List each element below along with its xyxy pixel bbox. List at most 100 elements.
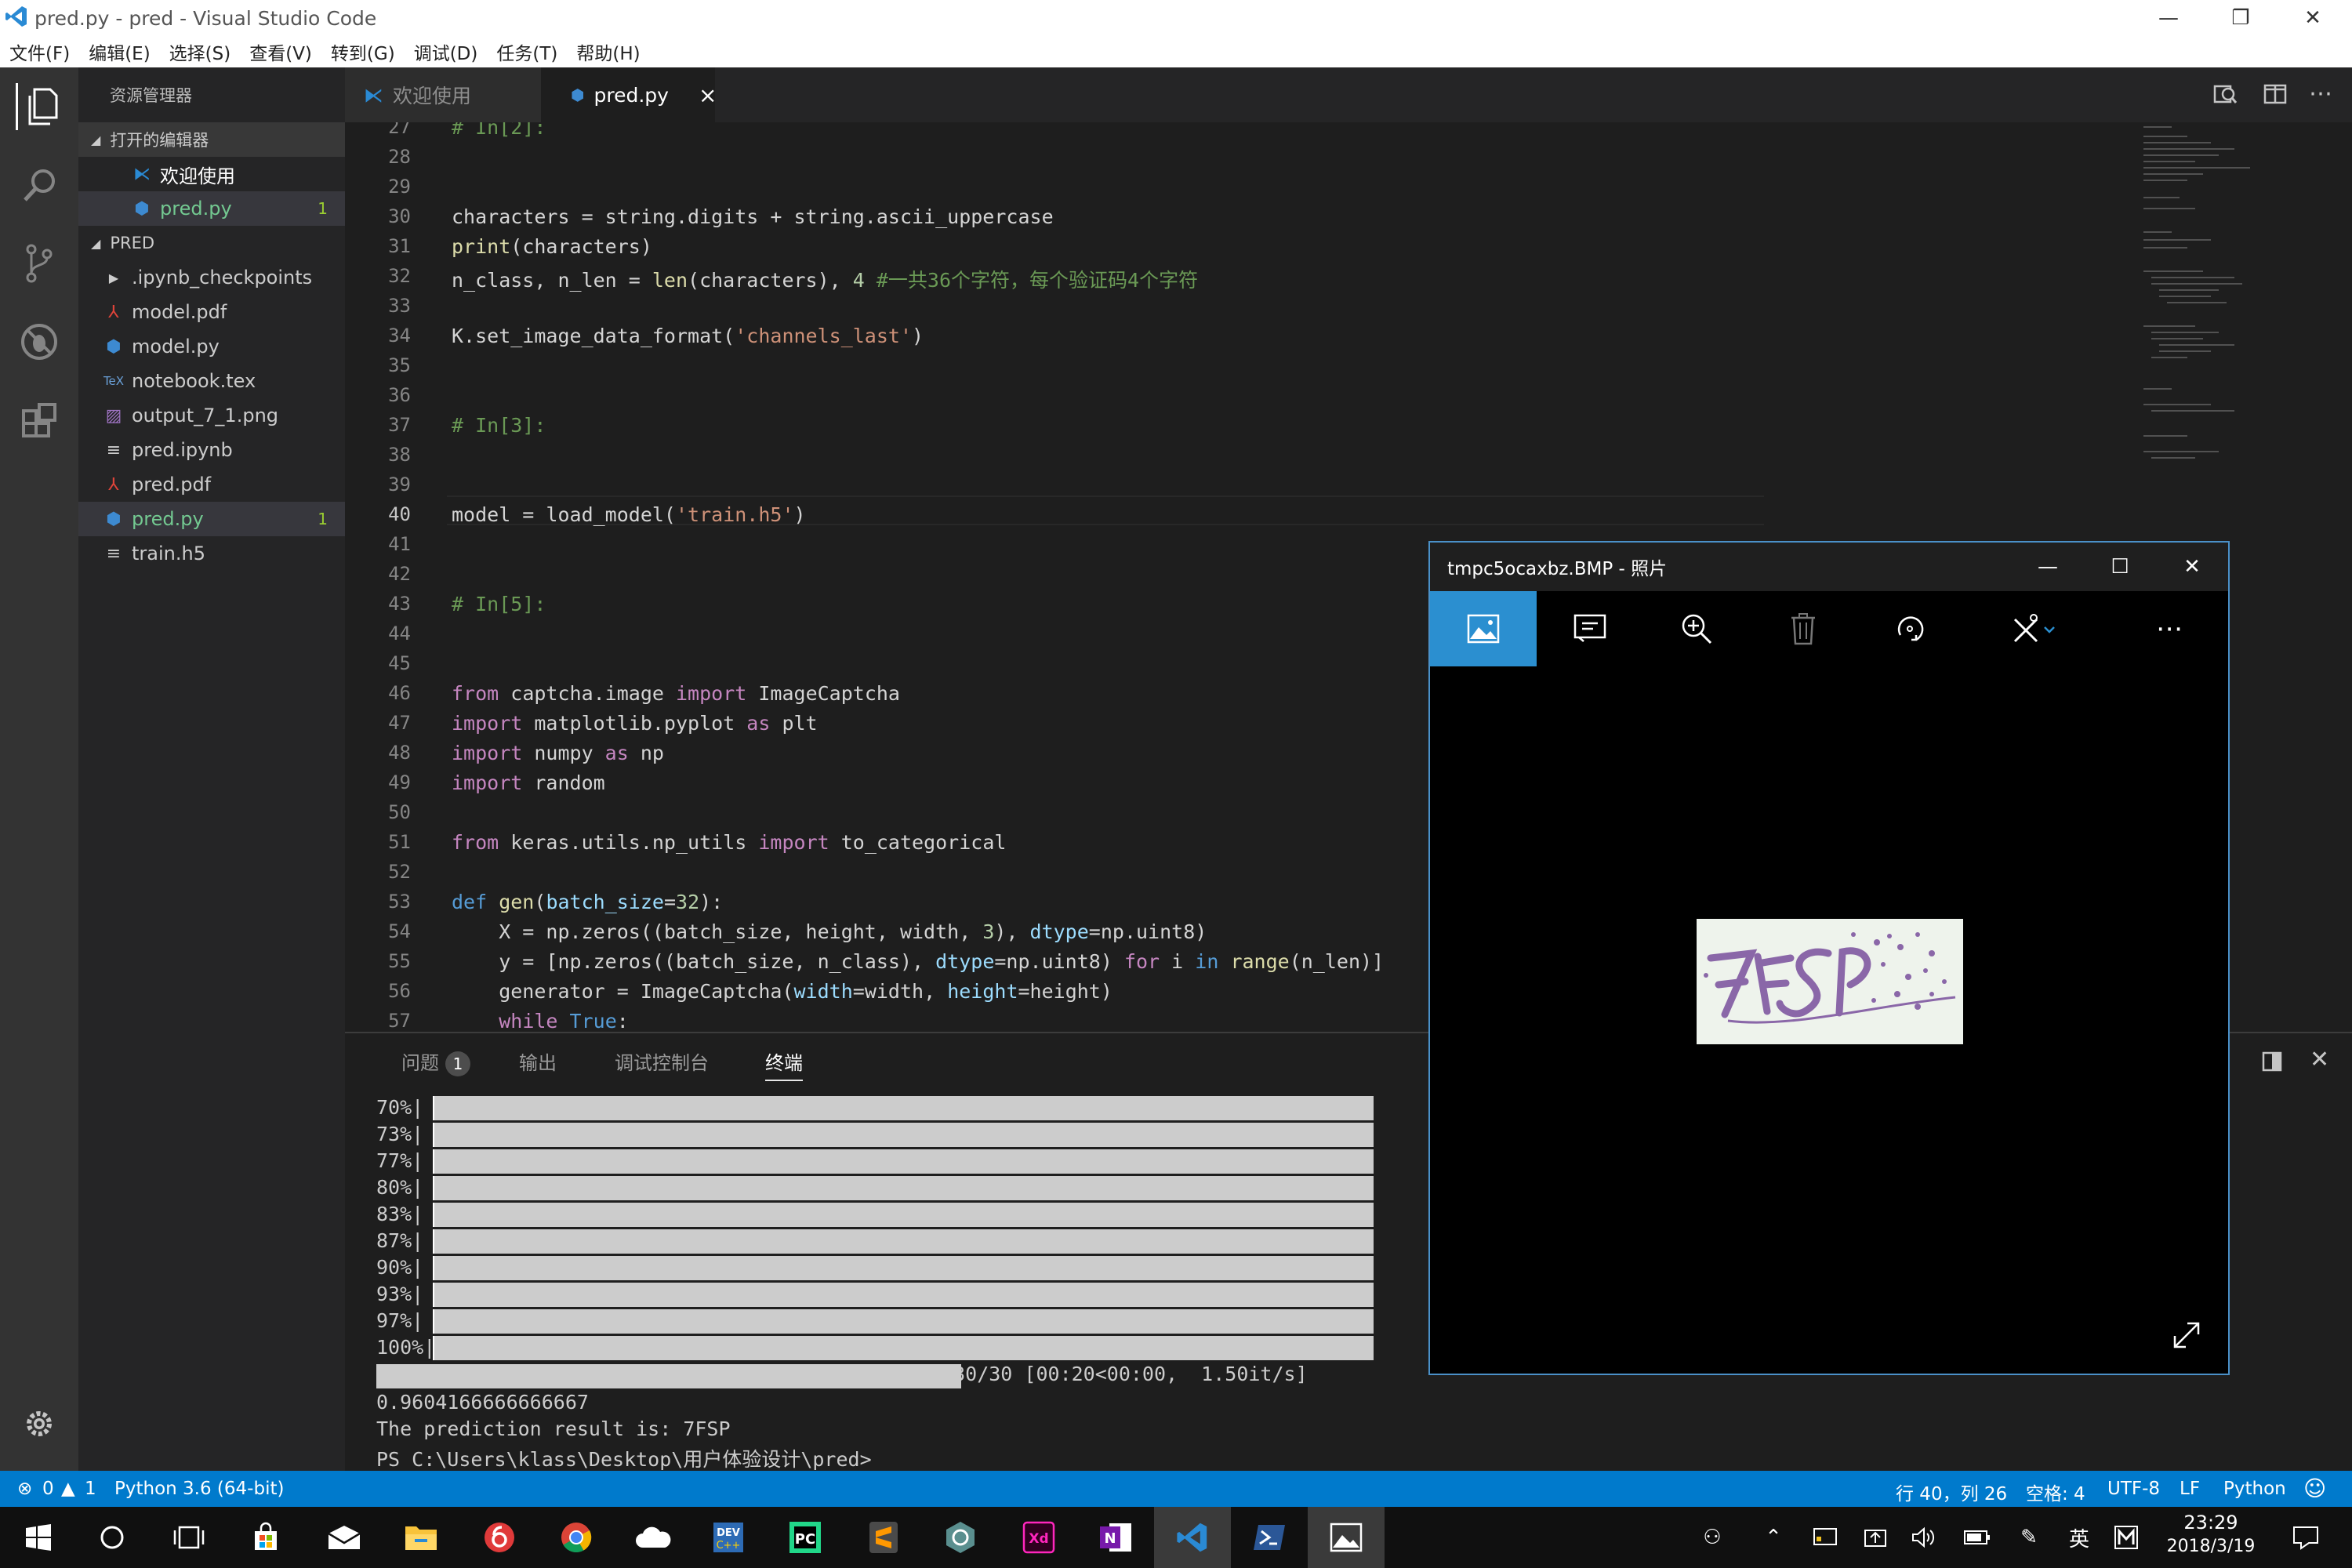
photos-close-button[interactable]: ✕ <box>2156 543 2228 591</box>
onenote-icon[interactable]: N <box>1077 1507 1154 1568</box>
input-method-indicator[interactable]: 英 <box>2062 1507 2096 1568</box>
debug-icon[interactable] <box>16 318 63 365</box>
code-line: # In[2]: <box>452 122 546 139</box>
explorer-icon[interactable] <box>16 83 63 130</box>
line-number: 44 <box>388 622 411 644</box>
close-window-button[interactable]: ✕ <box>2277 0 2349 36</box>
file-item-active[interactable]: ⬢ pred.py 1 <box>78 502 345 536</box>
menu-selection[interactable]: 选择(S) <box>160 38 241 65</box>
maximize-panel-icon[interactable] <box>2261 1051 2283 1076</box>
battery-icon[interactable] <box>1960 1507 1994 1568</box>
menu-tasks[interactable]: 任务(T) <box>487 38 567 65</box>
terminal-prompt[interactable]: PS C:\Users\klass\Desktop\用户体验设计\pred> <box>376 1444 872 1472</box>
end-of-line[interactable]: LF <box>2180 1479 2200 1499</box>
task-view-icon[interactable] <box>151 1507 227 1568</box>
error-icon[interactable]: ⊗ <box>17 1479 32 1499</box>
menu-help[interactable]: 帮助(H) <box>567 38 649 65</box>
extensions-icon[interactable] <box>16 397 63 444</box>
adobe-xd-icon[interactable]: Xd <box>1000 1507 1077 1568</box>
source-control-icon[interactable] <box>16 240 63 287</box>
windows-start-icon[interactable] <box>0 1507 77 1568</box>
mail-icon[interactable] <box>306 1507 383 1568</box>
file-item[interactable]: ▶ .ipynb_checkpoints <box>78 260 345 295</box>
file-item[interactable]: ▨ output_7_1.png <box>78 398 345 433</box>
warning-icon[interactable]: ▲ <box>61 1479 75 1499</box>
open-preview-icon[interactable] <box>2212 82 2241 110</box>
file-item[interactable]: ⅄ pred.pdf <box>78 467 345 502</box>
settings-gear-icon[interactable] <box>16 1400 63 1447</box>
file-item[interactable]: ≡ train.h5 <box>78 536 345 571</box>
menu-view[interactable]: 查看(V) <box>240 38 321 65</box>
file-item[interactable]: ⅄ model.pdf <box>78 295 345 329</box>
dev-cpp-icon[interactable]: DEV C++ <box>690 1507 767 1568</box>
search-icon[interactable] <box>16 162 63 209</box>
minimize-button[interactable]: — <box>2132 0 2205 36</box>
warning-count[interactable]: 1 <box>85 1479 96 1499</box>
close-panel-icon[interactable]: ✕ <box>2310 1046 2329 1073</box>
cortana-icon[interactable] <box>74 1507 151 1568</box>
powershell-icon[interactable] <box>1231 1507 1308 1568</box>
photos-minimize-button[interactable]: — <box>2012 543 2084 591</box>
upload-icon[interactable] <box>1858 1507 1893 1568</box>
more-actions-icon[interactable]: ⋯ <box>2309 80 2332 107</box>
panel-tab-problems[interactable]: 问题 1 <box>401 1047 470 1076</box>
vscode-taskbar-icon[interactable] <box>1154 1507 1231 1568</box>
chrome-icon[interactable] <box>538 1507 615 1568</box>
store-icon[interactable] <box>227 1507 304 1568</box>
restore-button[interactable]: ❐ <box>2205 0 2277 36</box>
more-options-icon[interactable]: ⋯ <box>2111 591 2228 666</box>
open-editor-pred[interactable]: ⬢ pred.py 1 <box>78 191 345 226</box>
cursor-position[interactable]: 行 40，列 26 <box>1896 1479 2007 1505</box>
photos-maximize-button[interactable]: ☐ <box>2084 543 2156 591</box>
file-item[interactable]: TeX notebook.tex <box>78 364 345 398</box>
code-token: 4 <box>852 269 865 292</box>
menu-go[interactable]: 转到(G) <box>321 38 405 65</box>
people-icon[interactable]: ⚇ <box>1695 1507 1730 1568</box>
menu-edit[interactable]: 编辑(E) <box>79 38 159 65</box>
onedrive-icon[interactable] <box>615 1507 691 1568</box>
photos-taskbar-icon[interactable] <box>1308 1507 1385 1568</box>
panel-tab-debug-console[interactable]: 调试控制台 <box>615 1047 709 1075</box>
split-editor-icon[interactable] <box>2263 82 2291 110</box>
sublime-text-icon[interactable] <box>845 1507 922 1568</box>
open-editors-header[interactable]: ◢ 打开的编辑器 <box>78 122 345 157</box>
app-hexagon-icon[interactable] <box>922 1507 999 1568</box>
volume-icon[interactable] <box>1907 1507 1941 1568</box>
zoom-icon[interactable] <box>1643 591 1750 666</box>
add-to-album-icon[interactable] <box>1537 591 1643 666</box>
clock[interactable]: 23:29 2018/3/19 <box>2148 1510 2274 1565</box>
pen-icon[interactable]: ✎ <box>2012 1507 2046 1568</box>
indentation[interactable]: 空格: 4 <box>2026 1479 2085 1505</box>
menu-debug[interactable]: 调试(D) <box>405 38 488 65</box>
ime-mode-icon[interactable] <box>2109 1507 2143 1568</box>
edit-create-icon[interactable] <box>1963 591 2104 666</box>
show-hidden-icons[interactable]: ⌃ <box>1758 1507 1789 1568</box>
netease-music-icon[interactable] <box>461 1507 538 1568</box>
network-status-icon[interactable] <box>1808 1507 1842 1568</box>
delete-icon[interactable] <box>1750 591 1857 666</box>
code-keyword: import <box>452 742 523 764</box>
language-mode[interactable]: Python <box>2223 1479 2286 1499</box>
menu-file[interactable]: 文件(F) <box>0 38 79 65</box>
error-count[interactable]: 0 <box>42 1479 54 1499</box>
open-editor-welcome[interactable]: ⧔ 欢迎使用 <box>78 157 345 191</box>
python-interpreter[interactable]: Python 3.6 (64-bit) <box>114 1479 284 1499</box>
file-item[interactable]: ≡ pred.ipynb <box>78 433 345 467</box>
see-all-photos-icon[interactable] <box>1430 591 1537 666</box>
action-center-icon[interactable] <box>2283 1507 2328 1568</box>
panel-tab-terminal[interactable]: 终端 <box>765 1047 803 1081</box>
file-explorer-icon[interactable] <box>383 1507 459 1568</box>
folder-header[interactable]: ◢ PRED <box>78 226 345 260</box>
panel-tab-output[interactable]: 输出 <box>519 1047 557 1075</box>
tab-pred[interactable]: ⬢ pred.py × <box>541 67 717 122</box>
close-icon[interactable]: × <box>699 82 717 108</box>
minimap[interactable] <box>2140 122 2258 499</box>
feedback-smiley-icon[interactable]: ☺ <box>2303 1475 2326 1501</box>
encoding[interactable]: UTF-8 <box>2107 1479 2160 1499</box>
full-screen-icon[interactable] <box>2170 1319 2203 1355</box>
file-item[interactable]: ⬢ model.py <box>78 329 345 364</box>
line-number: 55 <box>388 950 411 972</box>
pycharm-icon[interactable]: PC <box>767 1507 844 1568</box>
rotate-icon[interactable] <box>1857 591 1963 666</box>
tab-welcome[interactable]: ⧔ 欢迎使用 <box>345 67 541 122</box>
